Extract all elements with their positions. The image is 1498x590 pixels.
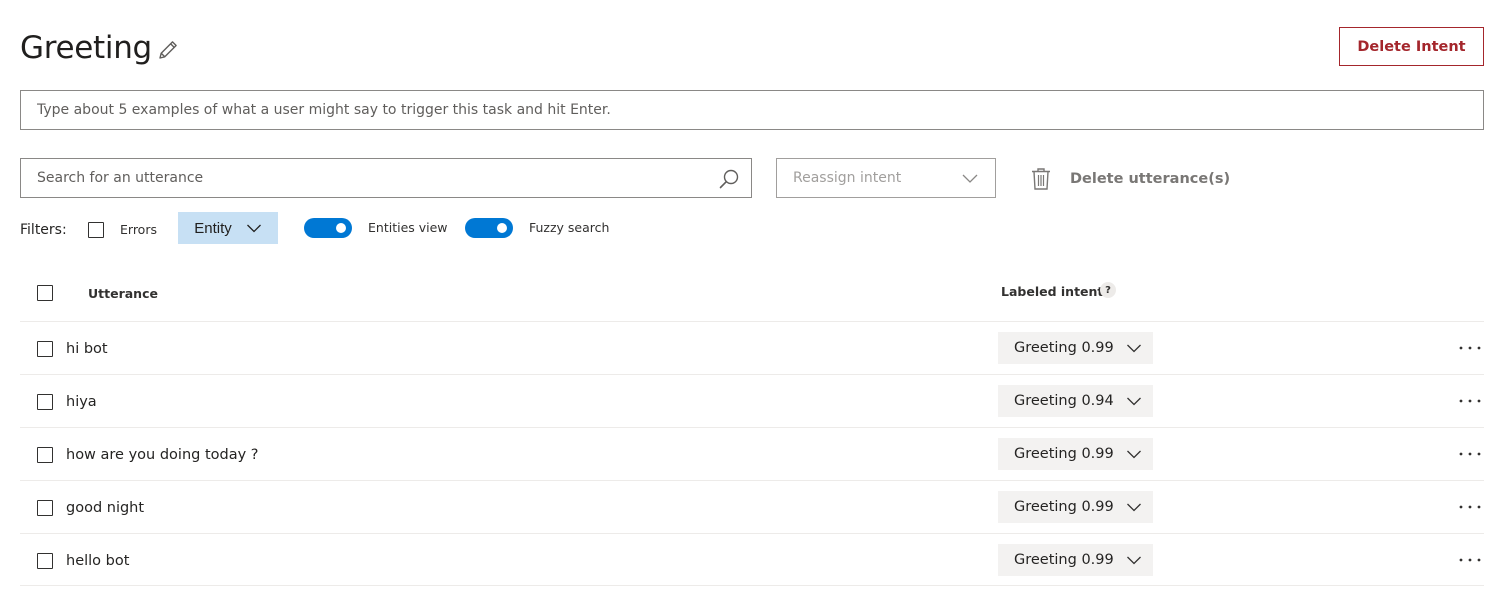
more-horizontal-icon[interactable]	[1458, 499, 1482, 515]
table-row: how are you doing today ? Greeting 0.99	[20, 427, 1484, 480]
more-horizontal-icon[interactable]	[1458, 393, 1482, 409]
column-header-utterance[interactable]: Utterance	[88, 285, 158, 303]
search-input[interactable]	[21, 159, 711, 197]
fuzzy-search-toggle[interactable]	[465, 218, 513, 238]
table-row: good night Greeting 0.99	[20, 480, 1484, 533]
fuzzy-search-label: Fuzzy search	[529, 220, 610, 235]
utterance-text: how are you doing today ?	[66, 447, 259, 463]
labeled-intent-dropdown[interactable]: Greeting 0.94	[998, 385, 1153, 417]
errors-label: Errors	[120, 222, 157, 237]
column-header-labeled-intent[interactable]: Labeled intent	[1001, 283, 1103, 301]
more-horizontal-icon[interactable]	[1458, 446, 1482, 462]
chevron-down-icon	[1126, 503, 1141, 512]
row-checkbox[interactable]	[37, 394, 53, 410]
utterance-text: hi bot	[66, 341, 108, 357]
row-checkbox[interactable]	[37, 341, 53, 357]
errors-checkbox[interactable]	[88, 222, 104, 238]
row-checkbox[interactable]	[37, 500, 53, 516]
entities-view-toggle[interactable]	[304, 218, 352, 238]
example-utterance-input[interactable]	[20, 90, 1484, 130]
labeled-intent-dropdown[interactable]: Greeting 0.99	[998, 332, 1153, 364]
pencil-icon[interactable]	[156, 38, 180, 62]
utterance-text: hiya	[66, 394, 97, 410]
entity-filter-dropdown[interactable]: Entity	[178, 212, 278, 244]
search-box	[20, 158, 752, 198]
toggle-knob	[497, 223, 507, 233]
entity-filter-label: Entity	[194, 219, 232, 237]
entities-view-label: Entities view	[368, 220, 448, 235]
search-icon[interactable]	[717, 167, 741, 191]
labeled-intent-label: Greeting 0.99	[1014, 340, 1114, 356]
labeled-intent-label: Greeting 0.99	[1014, 446, 1114, 462]
chevron-down-icon	[1126, 556, 1141, 565]
row-checkbox[interactable]	[37, 447, 53, 463]
delete-utterances-button[interactable]: Delete utterance(s)	[1030, 165, 1230, 193]
labeled-intent-dropdown[interactable]: Greeting 0.99	[998, 438, 1153, 470]
row-checkbox[interactable]	[37, 553, 53, 569]
utterance-list: hi bot Greeting 0.99 hiya Greeting 0.94 …	[20, 321, 1484, 586]
delete-utterances-label: Delete utterance(s)	[1070, 171, 1231, 187]
help-icon[interactable]: ?	[1100, 282, 1116, 298]
utterance-text: hello bot	[66, 553, 130, 569]
more-horizontal-icon[interactable]	[1458, 340, 1482, 356]
chevron-down-icon	[1126, 397, 1141, 406]
reassign-intent-label: Reassign intent	[793, 170, 902, 186]
labeled-intent-label: Greeting 0.94	[1014, 393, 1114, 409]
chevron-down-icon	[1126, 450, 1141, 459]
trash-icon	[1032, 168, 1050, 190]
chevron-down-icon	[246, 224, 261, 233]
utterance-text: good night	[66, 500, 145, 516]
table-row: hello bot Greeting 0.99	[20, 533, 1484, 586]
more-horizontal-icon[interactable]	[1458, 552, 1482, 568]
chevron-down-icon	[962, 174, 978, 183]
labeled-intent-dropdown[interactable]: Greeting 0.99	[998, 491, 1153, 523]
reassign-intent-dropdown[interactable]: Reassign intent	[776, 158, 996, 198]
labeled-intent-label: Greeting 0.99	[1014, 499, 1114, 515]
select-all-checkbox[interactable]	[37, 285, 53, 301]
table-row: hiya Greeting 0.94	[20, 374, 1484, 427]
toggle-knob	[336, 223, 346, 233]
labeled-intent-dropdown[interactable]: Greeting 0.99	[998, 544, 1153, 576]
filters-label: Filters:	[20, 222, 67, 238]
delete-intent-button[interactable]: Delete Intent	[1339, 27, 1484, 66]
page-title: Greeting	[20, 30, 152, 66]
table-row: hi bot Greeting 0.99	[20, 321, 1484, 374]
labeled-intent-label: Greeting 0.99	[1014, 552, 1114, 568]
chevron-down-icon	[1126, 344, 1141, 353]
